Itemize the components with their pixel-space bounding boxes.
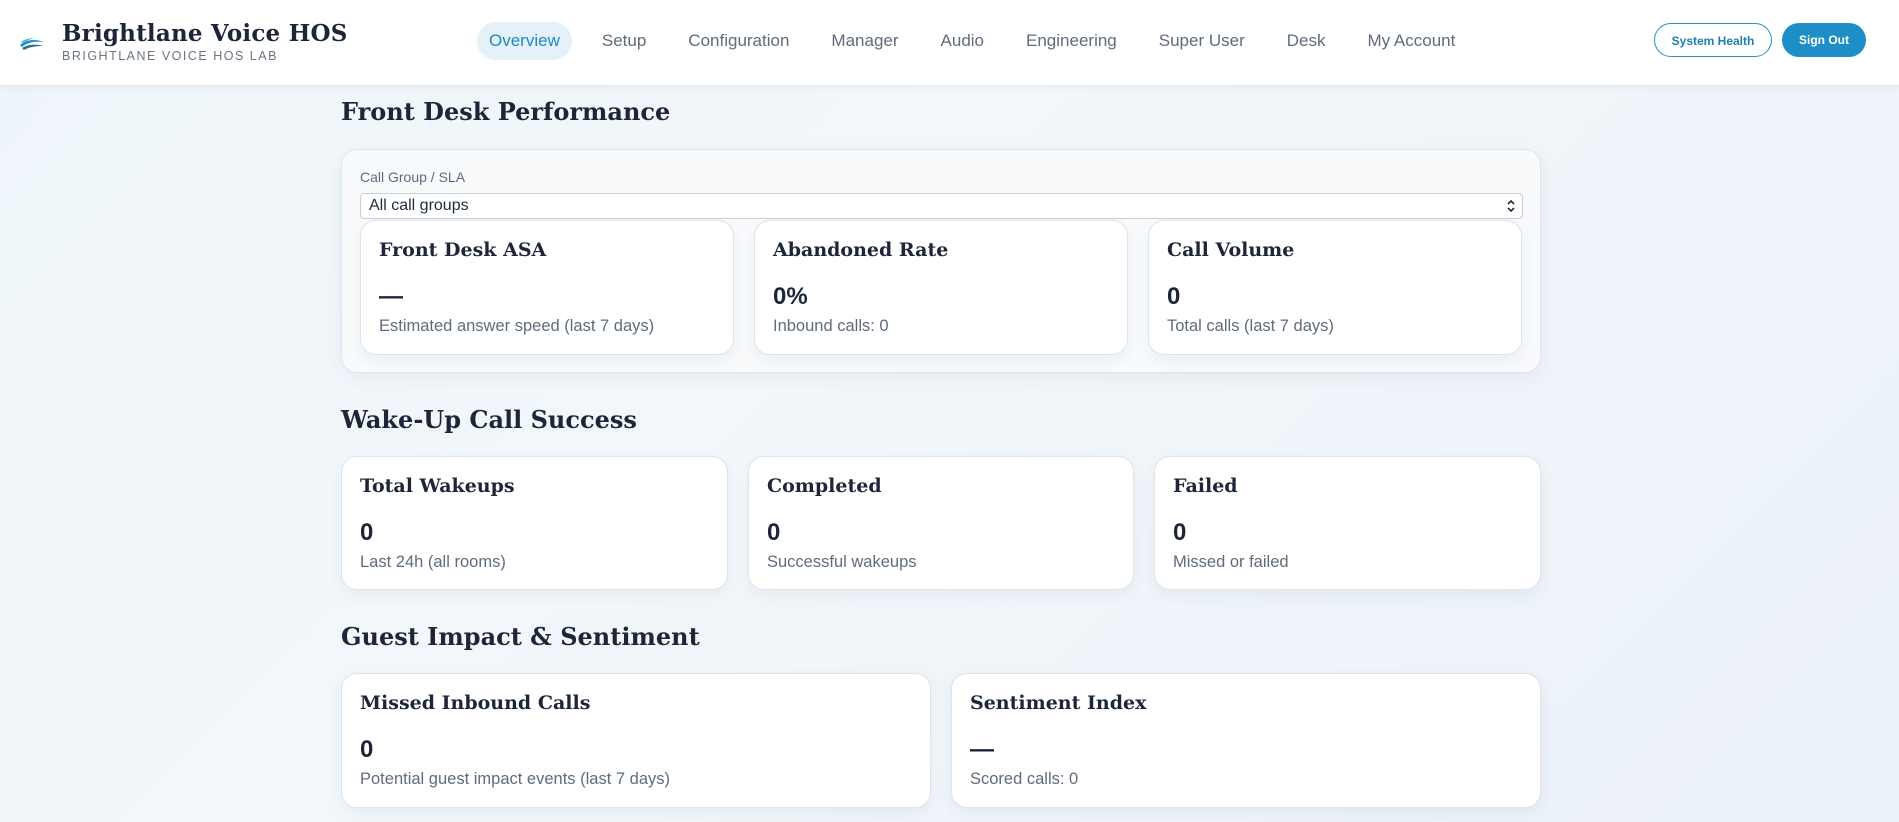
main-nav: Overview Setup Configuration Manager Aud… <box>477 22 1485 60</box>
sign-out-button[interactable]: Sign Out <box>1782 23 1866 57</box>
card-title: Total Wakeups <box>360 475 515 497</box>
top-navigation-bar: Brightlane Voice HOS BRIGHTLANE VOICE HO… <box>0 0 1899 86</box>
card-value: 0 <box>1167 283 1181 310</box>
call-group-select-value: All call groups <box>369 197 469 214</box>
card-title: Abandoned Rate <box>773 239 949 261</box>
brightlane-logo-icon <box>20 38 44 50</box>
nav-item-engineering[interactable]: Engineering <box>1014 22 1129 60</box>
nav-item-overview[interactable]: Overview <box>477 22 572 60</box>
card-description: Successful wakeups <box>767 553 917 571</box>
brand[interactable]: Brightlane Voice HOS BRIGHTLANE VOICE HO… <box>18 18 348 66</box>
card-value: 0% <box>773 283 808 310</box>
card-title: Completed <box>767 475 882 497</box>
card-description: Total calls (last 7 days) <box>1167 317 1334 335</box>
call-volume-card: Call Volume 0 Total calls (last 7 days) <box>1148 220 1522 355</box>
card-value: — <box>970 736 994 763</box>
card-value: 0 <box>767 519 781 546</box>
card-description: Inbound calls: 0 <box>773 317 889 335</box>
front-desk-section-title: Front Desk Performance <box>341 97 671 126</box>
nav-item-setup[interactable]: Setup <box>590 22 658 60</box>
nav-item-desk[interactable]: Desk <box>1275 22 1338 60</box>
card-title: Sentiment Index <box>970 692 1147 714</box>
nav-item-audio[interactable]: Audio <box>929 22 996 60</box>
wakeup-section-title: Wake-Up Call Success <box>341 405 637 434</box>
card-value: — <box>379 283 403 310</box>
nav-item-my-account[interactable]: My Account <box>1355 22 1467 60</box>
nav-item-manager[interactable]: Manager <box>819 22 910 60</box>
call-group-select[interactable]: All call groups <box>360 193 1523 219</box>
card-title: Missed Inbound Calls <box>360 692 591 714</box>
nav-item-super-user[interactable]: Super User <box>1147 22 1257 60</box>
brand-subtitle: BRIGHTLANE VOICE HOS LAB <box>62 49 278 63</box>
card-description: Potential guest impact events (last 7 da… <box>360 770 670 788</box>
nav-item-configuration[interactable]: Configuration <box>676 22 801 60</box>
total-wakeups-card: Total Wakeups 0 Last 24h (all rooms) <box>341 456 728 590</box>
call-group-label: Call Group / SLA <box>360 169 466 185</box>
card-description: Missed or failed <box>1173 553 1289 571</box>
failed-wakeups-card: Failed 0 Missed or failed <box>1154 456 1541 590</box>
front-desk-asa-card: Front Desk ASA — Estimated answer speed … <box>360 220 734 355</box>
front-desk-panel: Call Group / SLA All call groups Front D… <box>341 149 1541 373</box>
select-chevron-icon <box>1507 199 1515 213</box>
guest-impact-section-title: Guest Impact & Sentiment <box>341 622 700 651</box>
card-value: 0 <box>360 519 374 546</box>
card-description: Scored calls: 0 <box>970 770 1079 788</box>
card-title: Call Volume <box>1167 239 1295 261</box>
completed-wakeups-card: Completed 0 Successful wakeups <box>748 456 1134 590</box>
card-title: Front Desk ASA <box>379 239 547 261</box>
card-description: Last 24h (all rooms) <box>360 553 506 571</box>
sentiment-index-card: Sentiment Index — Scored calls: 0 <box>951 673 1541 808</box>
card-value: 0 <box>360 736 374 763</box>
card-value: 0 <box>1173 519 1187 546</box>
missed-inbound-calls-card: Missed Inbound Calls 0 Potential guest i… <box>341 673 931 808</box>
brand-title: Brightlane Voice HOS <box>62 20 348 47</box>
card-description: Estimated answer speed (last 7 days) <box>379 317 655 335</box>
card-title: Failed <box>1173 475 1238 497</box>
abandoned-rate-card: Abandoned Rate 0% Inbound calls: 0 <box>754 220 1128 355</box>
system-health-button[interactable]: System Health <box>1654 23 1772 57</box>
